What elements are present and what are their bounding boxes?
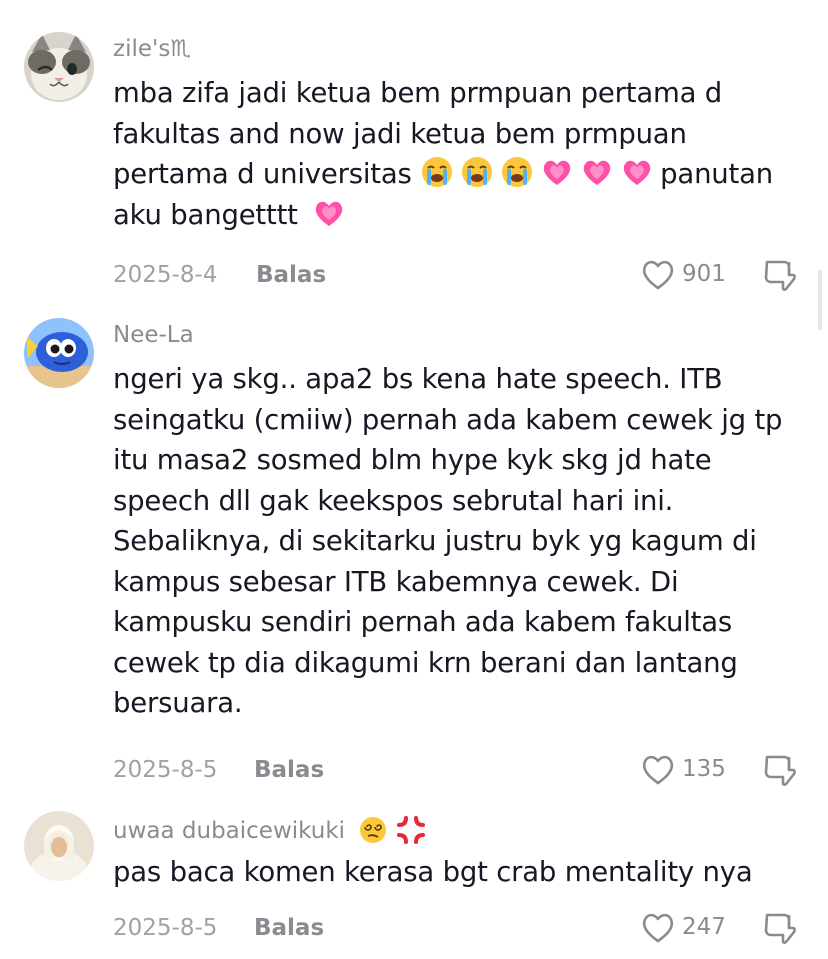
like-count: 247	[682, 914, 726, 940]
avatar[interactable]	[24, 811, 94, 881]
loudly-crying-face-icon	[462, 157, 493, 187]
heart-outline-icon	[642, 913, 674, 943]
heart-outline-icon	[642, 755, 674, 785]
username-text: uwaa dubaicewikuki	[113, 818, 346, 844]
reply-button[interactable]: Balas	[254, 757, 324, 783]
growing-heart-icon	[543, 160, 571, 185]
avatar[interactable]	[24, 318, 94, 388]
cat-avatar-image	[24, 32, 94, 102]
comment-text: ngeri ya skg.. apa2 bs kena hate speech.…	[113, 363, 783, 719]
emoji-group	[412, 157, 661, 190]
reply-button[interactable]: Balas	[254, 915, 324, 941]
username[interactable]: uwaa dubaicewikuki	[113, 815, 426, 845]
anger-symbol-icon	[396, 816, 425, 844]
growing-heart-icon	[316, 201, 343, 226]
comment-text: mba zifa jadi ketua bem prmpuan pertama …	[113, 73, 803, 235]
scrollbar[interactable]	[818, 270, 822, 330]
reply-button[interactable]: Balas	[256, 262, 326, 288]
dislike-button[interactable]	[762, 258, 798, 297]
thumbs-down-icon	[764, 913, 796, 944]
loudly-crying-face-icon	[422, 157, 453, 187]
growing-heart-icon	[583, 160, 611, 185]
comment-date: 2025-8-5	[113, 915, 218, 941]
thumbs-down-icon	[764, 260, 796, 291]
fish-avatar-image	[24, 318, 94, 388]
comment-date: 2025-8-5	[113, 757, 218, 783]
loudly-crying-face-icon	[502, 157, 533, 187]
dislike-button[interactable]	[762, 753, 798, 792]
like-count: 901	[682, 261, 726, 287]
username[interactable]: Nee-La	[113, 322, 194, 348]
growing-heart-icon	[623, 160, 651, 185]
comment-date: 2025-8-4	[113, 262, 218, 288]
like-button[interactable]: 901	[640, 257, 726, 291]
avatar[interactable]	[24, 32, 94, 102]
thumbs-down-icon	[764, 755, 796, 786]
username[interactable]: zile's♏	[113, 36, 191, 62]
like-button[interactable]: 247	[640, 910, 726, 944]
face-with-spiral-eyes-icon	[360, 817, 387, 843]
like-button[interactable]: 135	[640, 752, 726, 786]
dislike-button[interactable]	[762, 911, 798, 950]
heart-outline-icon	[642, 260, 674, 290]
like-count: 135	[682, 756, 726, 782]
user-avatar-image	[24, 811, 94, 881]
comment-text: pas baca komen kerasa bgt crab mentality…	[113, 856, 753, 888]
